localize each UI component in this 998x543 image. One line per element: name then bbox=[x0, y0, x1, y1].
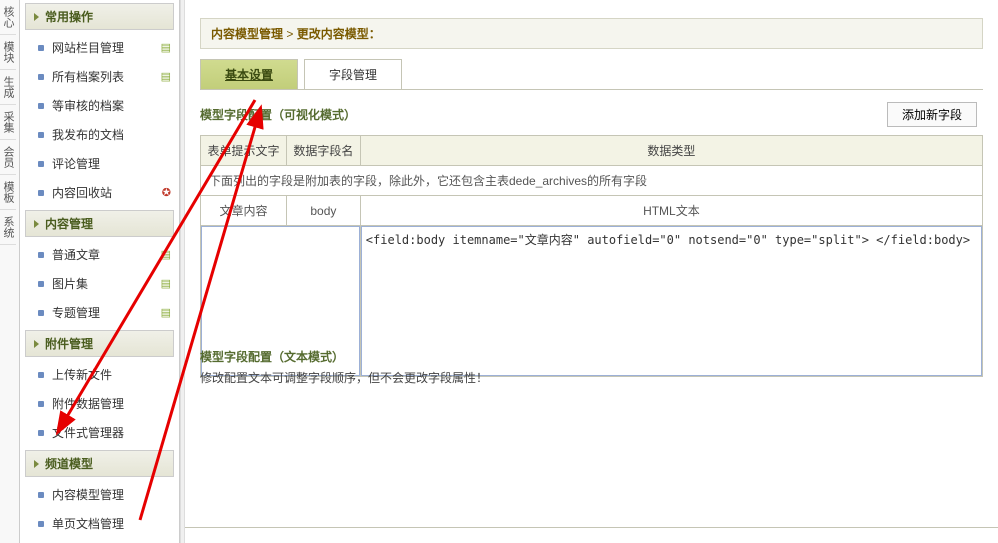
sidebar-item-attach-data[interactable]: 附件数据管理 bbox=[20, 389, 179, 418]
add-icon: ▤ bbox=[161, 70, 171, 83]
sidebar-item-archives[interactable]: 所有档案列表▤ bbox=[20, 62, 179, 91]
sidebar-group-label: 附件管理 bbox=[45, 335, 93, 352]
text-config-title: 模型字段配置（文本模式） bbox=[200, 348, 488, 365]
sidebar-group-common-ops[interactable]: 常用操作 bbox=[25, 3, 174, 30]
tab-basic-settings[interactable]: 基本设置 bbox=[200, 59, 298, 89]
chevron-right-icon bbox=[34, 220, 39, 228]
shield-icon: ✪ bbox=[162, 186, 171, 199]
sidebar-group-label: 常用操作 bbox=[45, 8, 93, 25]
sidebar-item-linked-cat[interactable]: 联动类别管理 bbox=[20, 538, 179, 543]
sidebar-item-special[interactable]: 专题管理▤ bbox=[20, 298, 179, 327]
sidebar-item-pending[interactable]: 等审核的档案 bbox=[20, 91, 179, 120]
sidebar-item-comments[interactable]: 评论管理 bbox=[20, 149, 179, 178]
breadcrumb: 内容模型管理 > 更改内容模型： bbox=[200, 18, 983, 49]
bullet-icon bbox=[38, 281, 44, 287]
sidebar-item-file-mgr[interactable]: 文件式管理器 bbox=[20, 418, 179, 447]
grid-cell-fieldname: body bbox=[286, 196, 360, 226]
sidebar-item-recycle[interactable]: 内容回收站✪ bbox=[20, 178, 179, 207]
sidebar-item-images[interactable]: 图片集▤ bbox=[20, 269, 179, 298]
sidebar-item-upload[interactable]: 上传新文件 bbox=[20, 360, 179, 389]
sidebar-group-content-mgmt[interactable]: 内容管理 bbox=[25, 210, 174, 237]
sidebar-group-attachment[interactable]: 附件管理 bbox=[25, 330, 174, 357]
bullet-icon bbox=[38, 74, 44, 80]
breadcrumb-item[interactable]: 内容模型管理 bbox=[211, 27, 283, 41]
add-icon: ▤ bbox=[161, 41, 171, 54]
sidebar-item-my-docs[interactable]: 我发布的文档 bbox=[20, 120, 179, 149]
add-icon: ▤ bbox=[161, 306, 171, 319]
visual-config-title: 模型字段配置（可视化模式） bbox=[200, 106, 887, 123]
divider bbox=[185, 527, 998, 528]
breadcrumb-current: 更改内容模型： bbox=[297, 27, 381, 41]
sidebar-item-article[interactable]: 普通文章▤ bbox=[20, 240, 179, 269]
breadcrumb-separator: > bbox=[286, 27, 296, 41]
chevron-right-icon bbox=[34, 13, 39, 21]
chevron-right-icon bbox=[34, 340, 39, 348]
sidebar-item-columns[interactable]: 网站栏目管理▤ bbox=[20, 33, 179, 62]
text-config-note: 修改配置文本可调整字段顺序，但不会更改字段属性！ bbox=[200, 369, 488, 386]
bullet-icon bbox=[38, 190, 44, 196]
sidebar-group-label: 内容管理 bbox=[45, 215, 93, 232]
grid-cell-prompt: 文章内容 bbox=[201, 196, 287, 226]
vnav-item-system[interactable]: 系统 bbox=[0, 210, 16, 245]
field-grid: 表单提示文字 数据字段名 数据类型 下面列出的字段是附加表的字段，除此外，它还包… bbox=[200, 135, 983, 377]
bullet-icon bbox=[38, 430, 44, 436]
vertical-nav-column: 核心 模块 生成 采集 会员 模板 系统 bbox=[0, 0, 20, 543]
tab-field-mgmt[interactable]: 字段管理 bbox=[304, 59, 402, 89]
visual-config-header: 模型字段配置（可视化模式） 添加新字段 bbox=[200, 102, 983, 127]
chevron-right-icon bbox=[34, 460, 39, 468]
add-icon: ▤ bbox=[161, 277, 171, 290]
main-content: 内容模型管理 > 更改内容模型： 基本设置 字段管理 模型字段配置（可视化模式）… bbox=[185, 0, 998, 543]
grid-header-fieldname: 数据字段名 bbox=[286, 136, 360, 166]
tab-bar: 基本设置 字段管理 bbox=[200, 59, 983, 90]
vnav-item-core[interactable]: 核心 bbox=[0, 0, 16, 35]
table-row: 文章内容 body HTML文本 bbox=[201, 196, 983, 226]
add-icon: ▤ bbox=[161, 248, 171, 261]
sidebar-group-channel-model[interactable]: 频道模型 bbox=[25, 450, 174, 477]
bullet-icon bbox=[38, 492, 44, 498]
bullet-icon bbox=[38, 45, 44, 51]
vnav-item-member[interactable]: 会员 bbox=[0, 140, 16, 175]
bullet-icon bbox=[38, 310, 44, 316]
grid-header-datatype: 数据类型 bbox=[360, 136, 982, 166]
sidebar-item-content-model[interactable]: 内容模型管理 bbox=[20, 480, 179, 509]
bullet-icon bbox=[38, 372, 44, 378]
bullet-icon bbox=[38, 103, 44, 109]
vnav-item-collect[interactable]: 采集 bbox=[0, 105, 16, 140]
bullet-icon bbox=[38, 401, 44, 407]
bullet-icon bbox=[38, 161, 44, 167]
sidebar: 常用操作 网站栏目管理▤ 所有档案列表▤ 等审核的档案 我发布的文档 评论管理 … bbox=[20, 0, 180, 543]
bullet-icon bbox=[38, 252, 44, 258]
grid-note: 下面列出的字段是附加表的字段，除此外，它还包含主表dede_archives的所… bbox=[201, 166, 983, 196]
vnav-item-template[interactable]: 模板 bbox=[0, 175, 16, 210]
sidebar-group-label: 频道模型 bbox=[45, 455, 93, 472]
bullet-icon bbox=[38, 132, 44, 138]
grid-cell-datatype: HTML文本 bbox=[360, 196, 982, 226]
sidebar-item-single-page[interactable]: 单页文档管理 bbox=[20, 509, 179, 538]
vnav-item-generate[interactable]: 生成 bbox=[0, 70, 16, 105]
text-config-section: 模型字段配置（文本模式） 修改配置文本可调整字段顺序，但不会更改字段属性！ bbox=[200, 348, 488, 386]
grid-header-prompt: 表单提示文字 bbox=[201, 136, 287, 166]
bullet-icon bbox=[38, 521, 44, 527]
add-field-button[interactable]: 添加新字段 bbox=[887, 102, 977, 127]
vnav-item-module[interactable]: 模块 bbox=[0, 35, 16, 70]
